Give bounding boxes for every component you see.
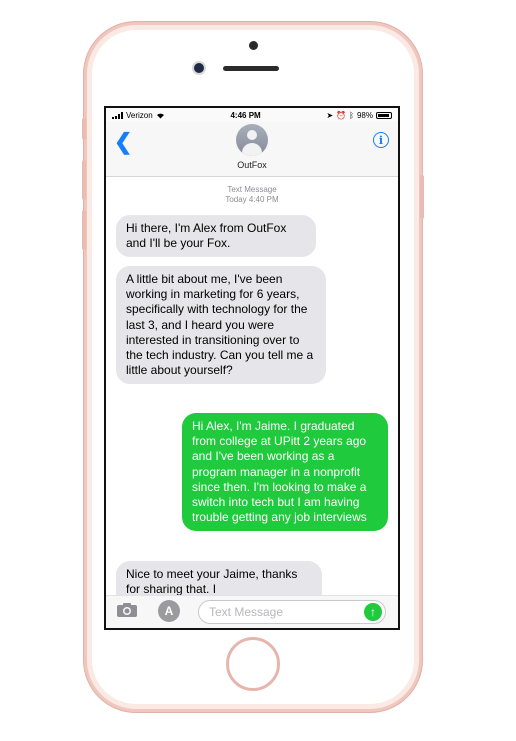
chevron-left-icon[interactable]: ❮ <box>114 131 132 153</box>
camera-icon[interactable] <box>116 602 138 618</box>
phone-screen: Verizon 4:46 PM ➤ ⏰ ᛒ 98% ❮ OutFox i Tex… <box>104 106 400 630</box>
signal-icon <box>112 111 123 119</box>
message-bubble-sent[interactable]: Hi Alex, I'm Jaime. I graduated from col… <box>182 413 388 532</box>
message-time-label: Today 4:40 PM <box>225 195 279 204</box>
thread-timestamp: Text Message Today 4:40 PM <box>106 185 398 205</box>
contact-name[interactable]: OutFox <box>106 160 398 170</box>
message-input[interactable] <box>198 600 386 624</box>
volume-down-button <box>82 210 86 250</box>
message-composer: A ↑ <box>106 595 398 628</box>
bluetooth-icon: ᛒ <box>349 110 354 120</box>
mute-switch <box>82 118 86 140</box>
earpiece-speaker <box>223 66 279 71</box>
alarm-icon: ⏰ <box>336 110 347 120</box>
message-text: Hi there, I'm Alex from OutFox and I'll … <box>126 221 287 251</box>
conversation-header: ❮ OutFox i <box>106 122 398 177</box>
battery-icon <box>375 111 392 119</box>
status-right: ➤ ⏰ ᛒ 98% <box>326 111 392 120</box>
message-text: Nice to meet your Jaime, thanks for shar… <box>126 567 298 597</box>
battery-percent: 98% <box>356 110 373 120</box>
home-button[interactable] <box>226 637 280 691</box>
message-thread[interactable]: Text Message Today 4:40 PM Hi there, I'm… <box>106 177 398 621</box>
contact-avatar[interactable] <box>236 124 268 156</box>
status-bar: Verizon 4:46 PM ➤ ⏰ ᛒ 98% <box>106 108 398 122</box>
message-type-label: Text Message <box>227 185 277 194</box>
status-left: Verizon <box>112 111 165 120</box>
app-store-icon[interactable]: A <box>158 600 180 622</box>
message-bubble-received[interactable]: Hi there, I'm Alex from OutFox and I'll … <box>116 215 316 258</box>
info-icon[interactable]: i <box>373 132 389 148</box>
volume-up-button <box>82 160 86 200</box>
send-arrow-icon[interactable]: ↑ <box>364 603 382 621</box>
message-text: Hi Alex, I'm Jaime. I graduated from col… <box>192 419 367 525</box>
avatar-shoulders <box>242 143 262 156</box>
front-camera <box>194 63 204 73</box>
message-bubble-received[interactable]: A little bit about me, I've been working… <box>116 266 326 385</box>
avatar-head <box>247 130 257 140</box>
power-button <box>420 175 424 219</box>
wifi-icon <box>156 113 164 118</box>
proximity-sensor <box>249 41 258 50</box>
carrier-label: Verizon <box>126 110 153 120</box>
status-time: 4:46 PM <box>230 110 261 120</box>
location-icon: ➤ <box>326 110 334 120</box>
message-text: A little bit about me, I've been working… <box>126 272 314 378</box>
